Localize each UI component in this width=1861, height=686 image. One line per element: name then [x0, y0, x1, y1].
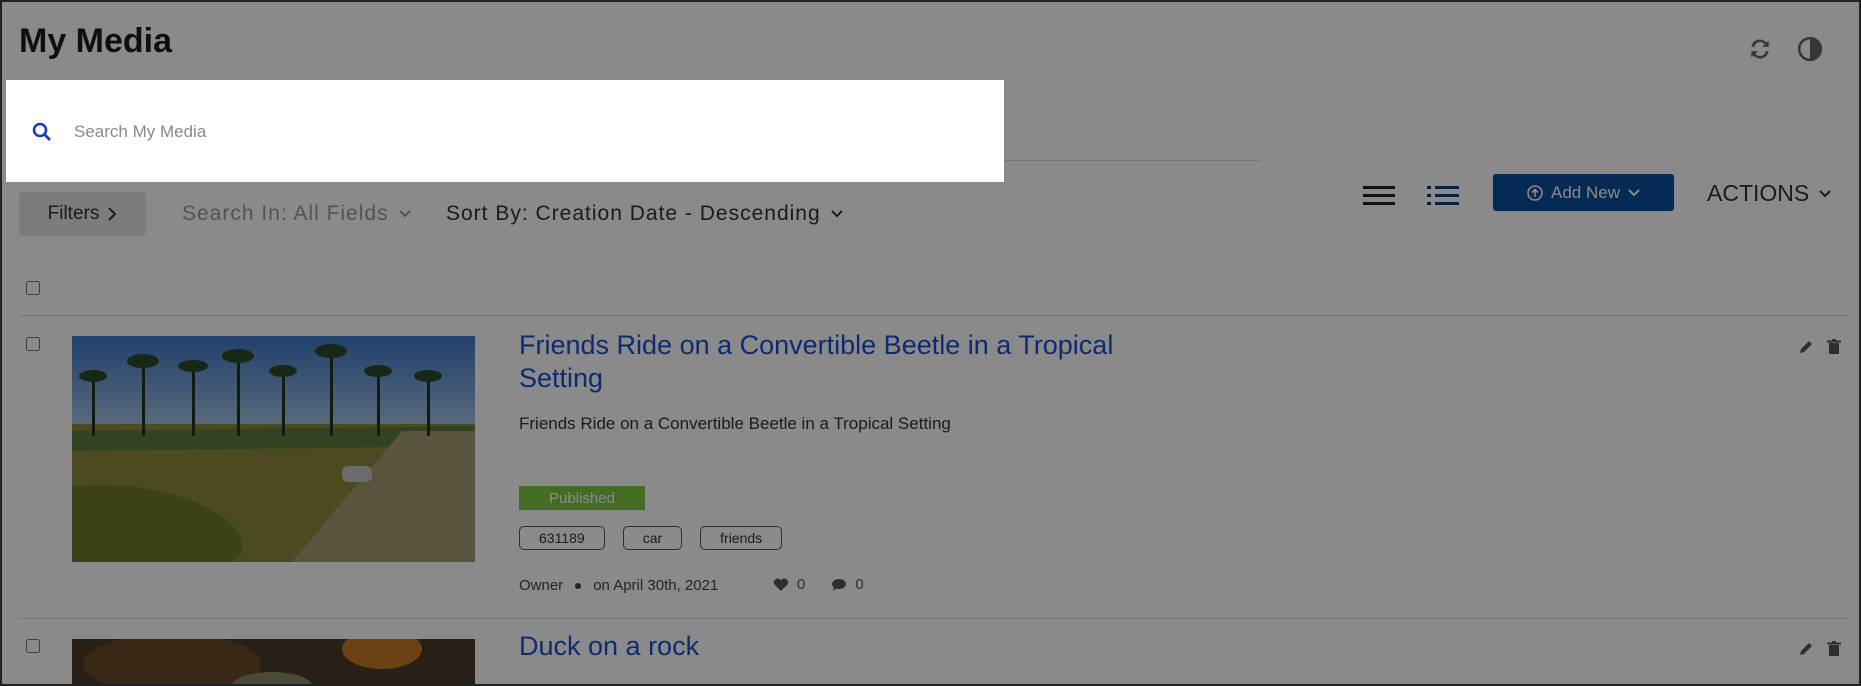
chevron-down-icon	[1819, 189, 1831, 197]
delete-trash-icon[interactable]	[1825, 338, 1843, 356]
add-new-button[interactable]: Add New	[1493, 174, 1674, 211]
comment-icon	[832, 578, 847, 591]
media-thumbnail[interactable]	[72, 336, 475, 562]
contrast-icon[interactable]	[1797, 36, 1823, 62]
page-title: My Media	[19, 22, 173, 60]
media-description: Friends Ride on a Convertible Beetle in …	[519, 414, 951, 433]
tag[interactable]: 631189	[519, 526, 605, 550]
comments-count: 0	[855, 576, 864, 593]
tropical-beetle-thumbnail-image	[72, 336, 475, 562]
sort-by-label: Sort By: Creation Date - Descending	[446, 202, 821, 225]
edit-pencil-icon[interactable]	[1797, 338, 1815, 356]
created-date: on April 30th, 2021	[593, 577, 719, 594]
tag[interactable]: car	[622, 526, 683, 550]
separator-dot	[575, 582, 582, 589]
filters-label: Filters	[47, 203, 100, 224]
view-toggle	[1361, 180, 1461, 210]
media-meta: Owner on April 30th, 2021	[519, 577, 718, 594]
row-divider	[19, 315, 1849, 316]
likes[interactable]: 0	[773, 576, 805, 593]
actions-dropdown[interactable]: ACTIONS	[1707, 180, 1831, 207]
comments[interactable]: 0	[831, 576, 864, 593]
row-divider	[19, 618, 1849, 619]
media-title-link[interactable]: Duck on a rock	[519, 630, 1139, 663]
add-new-label: Add New	[1551, 182, 1620, 202]
media-toolbar: Filters Search In: All Fields Sort By: C…	[19, 174, 1849, 236]
chevron-down-icon	[830, 210, 843, 218]
owner-label: Owner	[519, 577, 564, 594]
list-view-icon[interactable]	[1361, 180, 1397, 210]
likes-count: 0	[797, 576, 806, 593]
actions-label: ACTIONS	[1707, 180, 1810, 206]
refresh-icon[interactable]	[1747, 36, 1773, 62]
engagement-counts: 0 0	[773, 576, 864, 593]
chevron-down-icon	[1628, 188, 1640, 196]
sort-by-dropdown[interactable]: Sort By: Creation Date - Descending	[446, 202, 843, 226]
delete-trash-icon[interactable]	[1825, 640, 1843, 658]
item-checkbox[interactable]	[26, 639, 40, 653]
search-bar	[6, 80, 1004, 182]
select-all-checkbox[interactable]	[26, 281, 40, 295]
chevron-right-icon	[108, 207, 117, 221]
item-actions	[1797, 640, 1843, 658]
media-title-link[interactable]: Friends Ride on a Convertible Beetle in …	[519, 329, 1139, 395]
chevron-down-icon	[398, 210, 411, 218]
item-actions	[1797, 338, 1843, 356]
status-badge: Published	[519, 486, 645, 510]
detailed-list-view-icon[interactable]	[1425, 180, 1461, 210]
item-checkbox[interactable]	[26, 337, 40, 351]
search-icon	[32, 122, 51, 141]
tag[interactable]: friends	[700, 526, 783, 550]
search-in-label: Search In: All Fields	[182, 202, 389, 225]
upload-circle-icon	[1527, 184, 1543, 201]
search-input[interactable]	[74, 116, 974, 148]
search-in-dropdown[interactable]: Search In: All Fields	[182, 202, 411, 226]
media-thumbnail[interactable]	[72, 639, 475, 686]
heart-icon	[773, 578, 789, 591]
header-icons	[1747, 36, 1823, 62]
edit-pencil-icon[interactable]	[1797, 640, 1815, 658]
tag-list: 631189 car friends	[519, 526, 783, 550]
filters-button[interactable]: Filters	[19, 192, 146, 236]
duck-thumbnail-image	[72, 639, 475, 686]
